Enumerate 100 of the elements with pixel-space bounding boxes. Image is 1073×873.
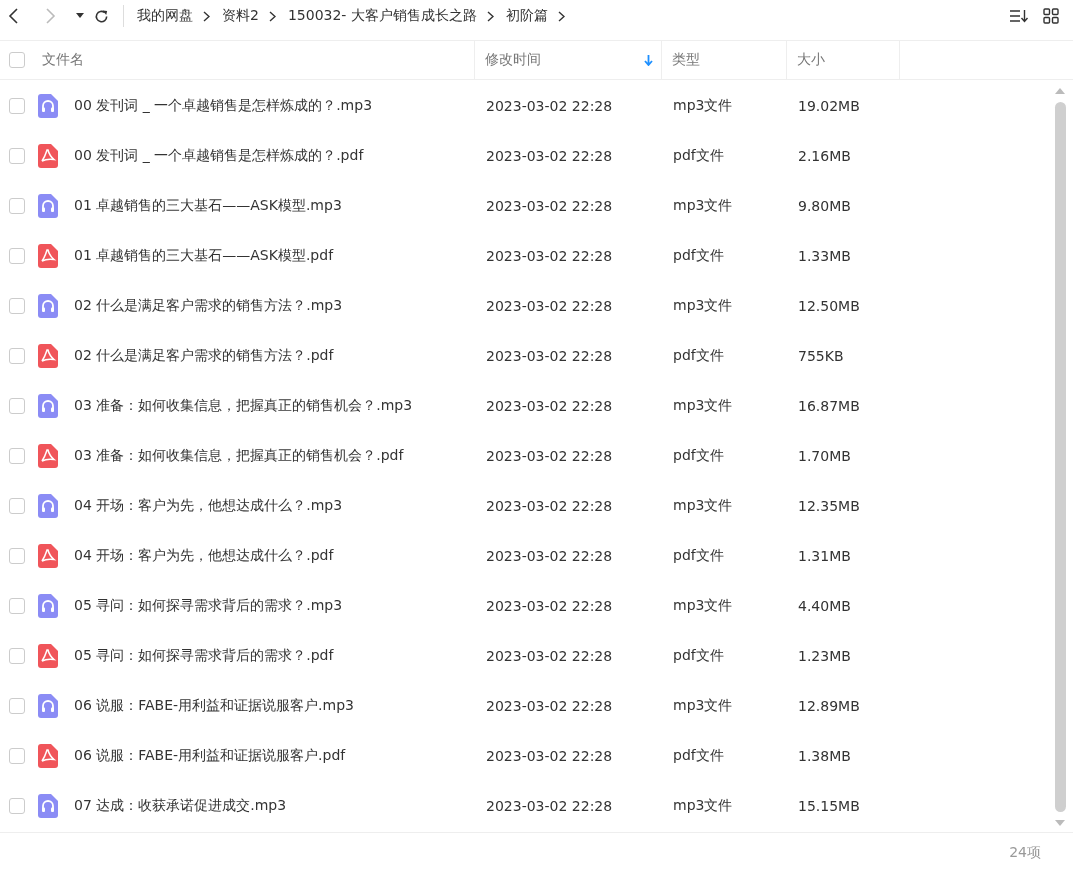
row-checkbox[interactable] — [9, 298, 25, 314]
modified-time: 2023-03-02 22:28 — [486, 348, 613, 364]
file-size: 1.23MB — [798, 648, 851, 664]
file-size: 12.35MB — [798, 498, 860, 514]
file-type: pdf文件 — [673, 147, 724, 165]
pdf-file-icon — [38, 744, 58, 768]
modified-time: 2023-03-02 22:28 — [486, 448, 613, 464]
file-name[interactable]: 06 说服：FABE-用利益和证据说服客户.mp3 — [74, 697, 354, 715]
scroll-up-icon[interactable] — [1055, 88, 1065, 94]
file-size: 12.50MB — [798, 298, 860, 314]
scroll-down-icon[interactable] — [1055, 820, 1065, 826]
modified-time: 2023-03-02 22:28 — [486, 98, 613, 114]
audio-file-icon — [38, 794, 58, 818]
file-size: 2.16MB — [798, 148, 851, 164]
file-name[interactable]: 00 发刊词 _ 一个卓越销售是怎样炼成的？.pdf — [74, 147, 364, 165]
row-checkbox[interactable] — [9, 548, 25, 564]
chevron-right-icon — [268, 10, 276, 22]
audio-file-icon — [38, 394, 58, 418]
file-name[interactable]: 04 开场：客户为先，他想达成什么？.mp3 — [74, 497, 343, 515]
item-count: 24项 — [1009, 844, 1041, 862]
file-name[interactable]: 04 开场：客户为先，他想达成什么？.pdf — [74, 547, 334, 565]
row-checkbox[interactable] — [9, 198, 25, 214]
file-size: 1.70MB — [798, 448, 851, 464]
column-header[interactable]: 修改时间 — [475, 41, 662, 79]
row-checkbox[interactable] — [9, 248, 25, 264]
file-type: pdf文件 — [673, 547, 724, 565]
file-type: mp3文件 — [673, 197, 733, 215]
modified-time: 2023-03-02 22:28 — [486, 148, 613, 164]
column-header-label: 文件名 — [42, 51, 84, 69]
column-header[interactable]: 类型 — [662, 41, 787, 79]
file-name[interactable]: 01 卓越销售的三大基石——ASK模型.mp3 — [74, 197, 342, 215]
file-type: pdf文件 — [673, 247, 724, 265]
breadcrumb-item[interactable]: 初阶篇 — [505, 7, 548, 25]
file-size: 16.87MB — [798, 398, 860, 414]
file-type: mp3文件 — [673, 797, 733, 815]
modified-time: 2023-03-02 22:28 — [486, 248, 613, 264]
refresh-icon[interactable] — [94, 8, 109, 24]
modified-time: 2023-03-02 22:28 — [486, 698, 613, 714]
column-header-label: 修改时间 — [485, 51, 541, 69]
file-name[interactable]: 02 什么是满足客户需求的销售方法？.pdf — [74, 347, 334, 365]
modified-time: 2023-03-02 22:28 — [486, 498, 613, 514]
row-checkbox[interactable] — [9, 598, 25, 614]
pdf-file-icon — [38, 344, 58, 368]
file-size: 12.89MB — [798, 698, 860, 714]
caret-icon[interactable] — [76, 13, 84, 19]
row-checkbox[interactable] — [9, 748, 25, 764]
pdf-file-icon — [38, 544, 58, 568]
file-size: 15.15MB — [798, 798, 860, 814]
file-name[interactable]: 07 达成：收获承诺促进成交.mp3 — [74, 797, 287, 815]
row-checkbox[interactable] — [9, 498, 25, 514]
modified-time: 2023-03-02 22:28 — [486, 548, 613, 564]
file-size: 1.38MB — [798, 748, 851, 764]
row-checkbox[interactable] — [9, 448, 25, 464]
file-size: 1.31MB — [798, 548, 851, 564]
column-header[interactable]: 文件名 — [32, 41, 475, 79]
file-name[interactable]: 05 寻问：如何探寻需求背后的需求？.mp3 — [74, 597, 343, 615]
forward-icon[interactable] — [44, 8, 56, 24]
chevron-right-icon — [486, 10, 494, 22]
audio-file-icon — [38, 294, 58, 318]
file-type: pdf文件 — [673, 647, 724, 665]
modified-time: 2023-03-02 22:28 — [486, 598, 613, 614]
row-checkbox[interactable] — [9, 398, 25, 414]
column-header-label: 类型 — [672, 51, 700, 69]
file-type: mp3文件 — [673, 597, 733, 615]
row-checkbox[interactable] — [9, 348, 25, 364]
modified-time: 2023-03-02 22:28 — [486, 748, 613, 764]
pdf-file-icon — [38, 444, 58, 468]
breadcrumb-item[interactable]: 我的网盘 — [137, 7, 193, 25]
row-checkbox[interactable] — [9, 798, 25, 814]
breadcrumb-item[interactable]: 150032- 大客户销售成长之路 — [287, 7, 477, 25]
modified-time: 2023-03-02 22:28 — [486, 798, 613, 814]
modified-time: 2023-03-02 22:28 — [486, 198, 613, 214]
file-name[interactable]: 05 寻问：如何探寻需求背后的需求？.pdf — [74, 647, 334, 665]
file-name[interactable]: 06 说服：FABE-用利益和证据说服客户.pdf — [74, 747, 346, 765]
file-name[interactable]: 01 卓越销售的三大基石——ASK模型.pdf — [74, 247, 334, 265]
audio-file-icon — [38, 694, 58, 718]
row-checkbox[interactable] — [9, 148, 25, 164]
file-type: mp3文件 — [673, 697, 733, 715]
column-header[interactable]: 大小 — [787, 41, 900, 79]
file-name[interactable]: 03 准备：如何收集信息，把握真正的销售机会？.pdf — [74, 447, 404, 465]
select-all-checkbox[interactable] — [9, 52, 25, 68]
audio-file-icon — [38, 594, 58, 618]
file-name[interactable]: 03 准备：如何收集信息，把握真正的销售机会？.mp3 — [74, 397, 413, 415]
file-name[interactable]: 00 发刊词 _ 一个卓越销售是怎样炼成的？.mp3 — [74, 97, 373, 115]
file-type: mp3文件 — [673, 297, 733, 315]
grid-view-icon[interactable] — [1043, 8, 1059, 24]
sort-icon[interactable] — [1009, 8, 1029, 24]
file-name[interactable]: 02 什么是满足客户需求的销售方法？.mp3 — [74, 297, 343, 315]
audio-file-icon — [38, 194, 58, 218]
row-checkbox[interactable] — [9, 698, 25, 714]
scrollbar-thumb[interactable] — [1054, 102, 1066, 812]
file-type: pdf文件 — [673, 747, 724, 765]
row-checkbox[interactable] — [9, 648, 25, 664]
row-checkbox[interactable] — [9, 98, 25, 114]
breadcrumb-item[interactable]: 资料2 — [222, 7, 259, 25]
file-type: mp3文件 — [673, 97, 733, 115]
chevron-right-icon — [203, 10, 210, 22]
pdf-file-icon — [38, 644, 58, 668]
back-icon[interactable] — [8, 8, 20, 24]
audio-file-icon — [38, 494, 58, 518]
